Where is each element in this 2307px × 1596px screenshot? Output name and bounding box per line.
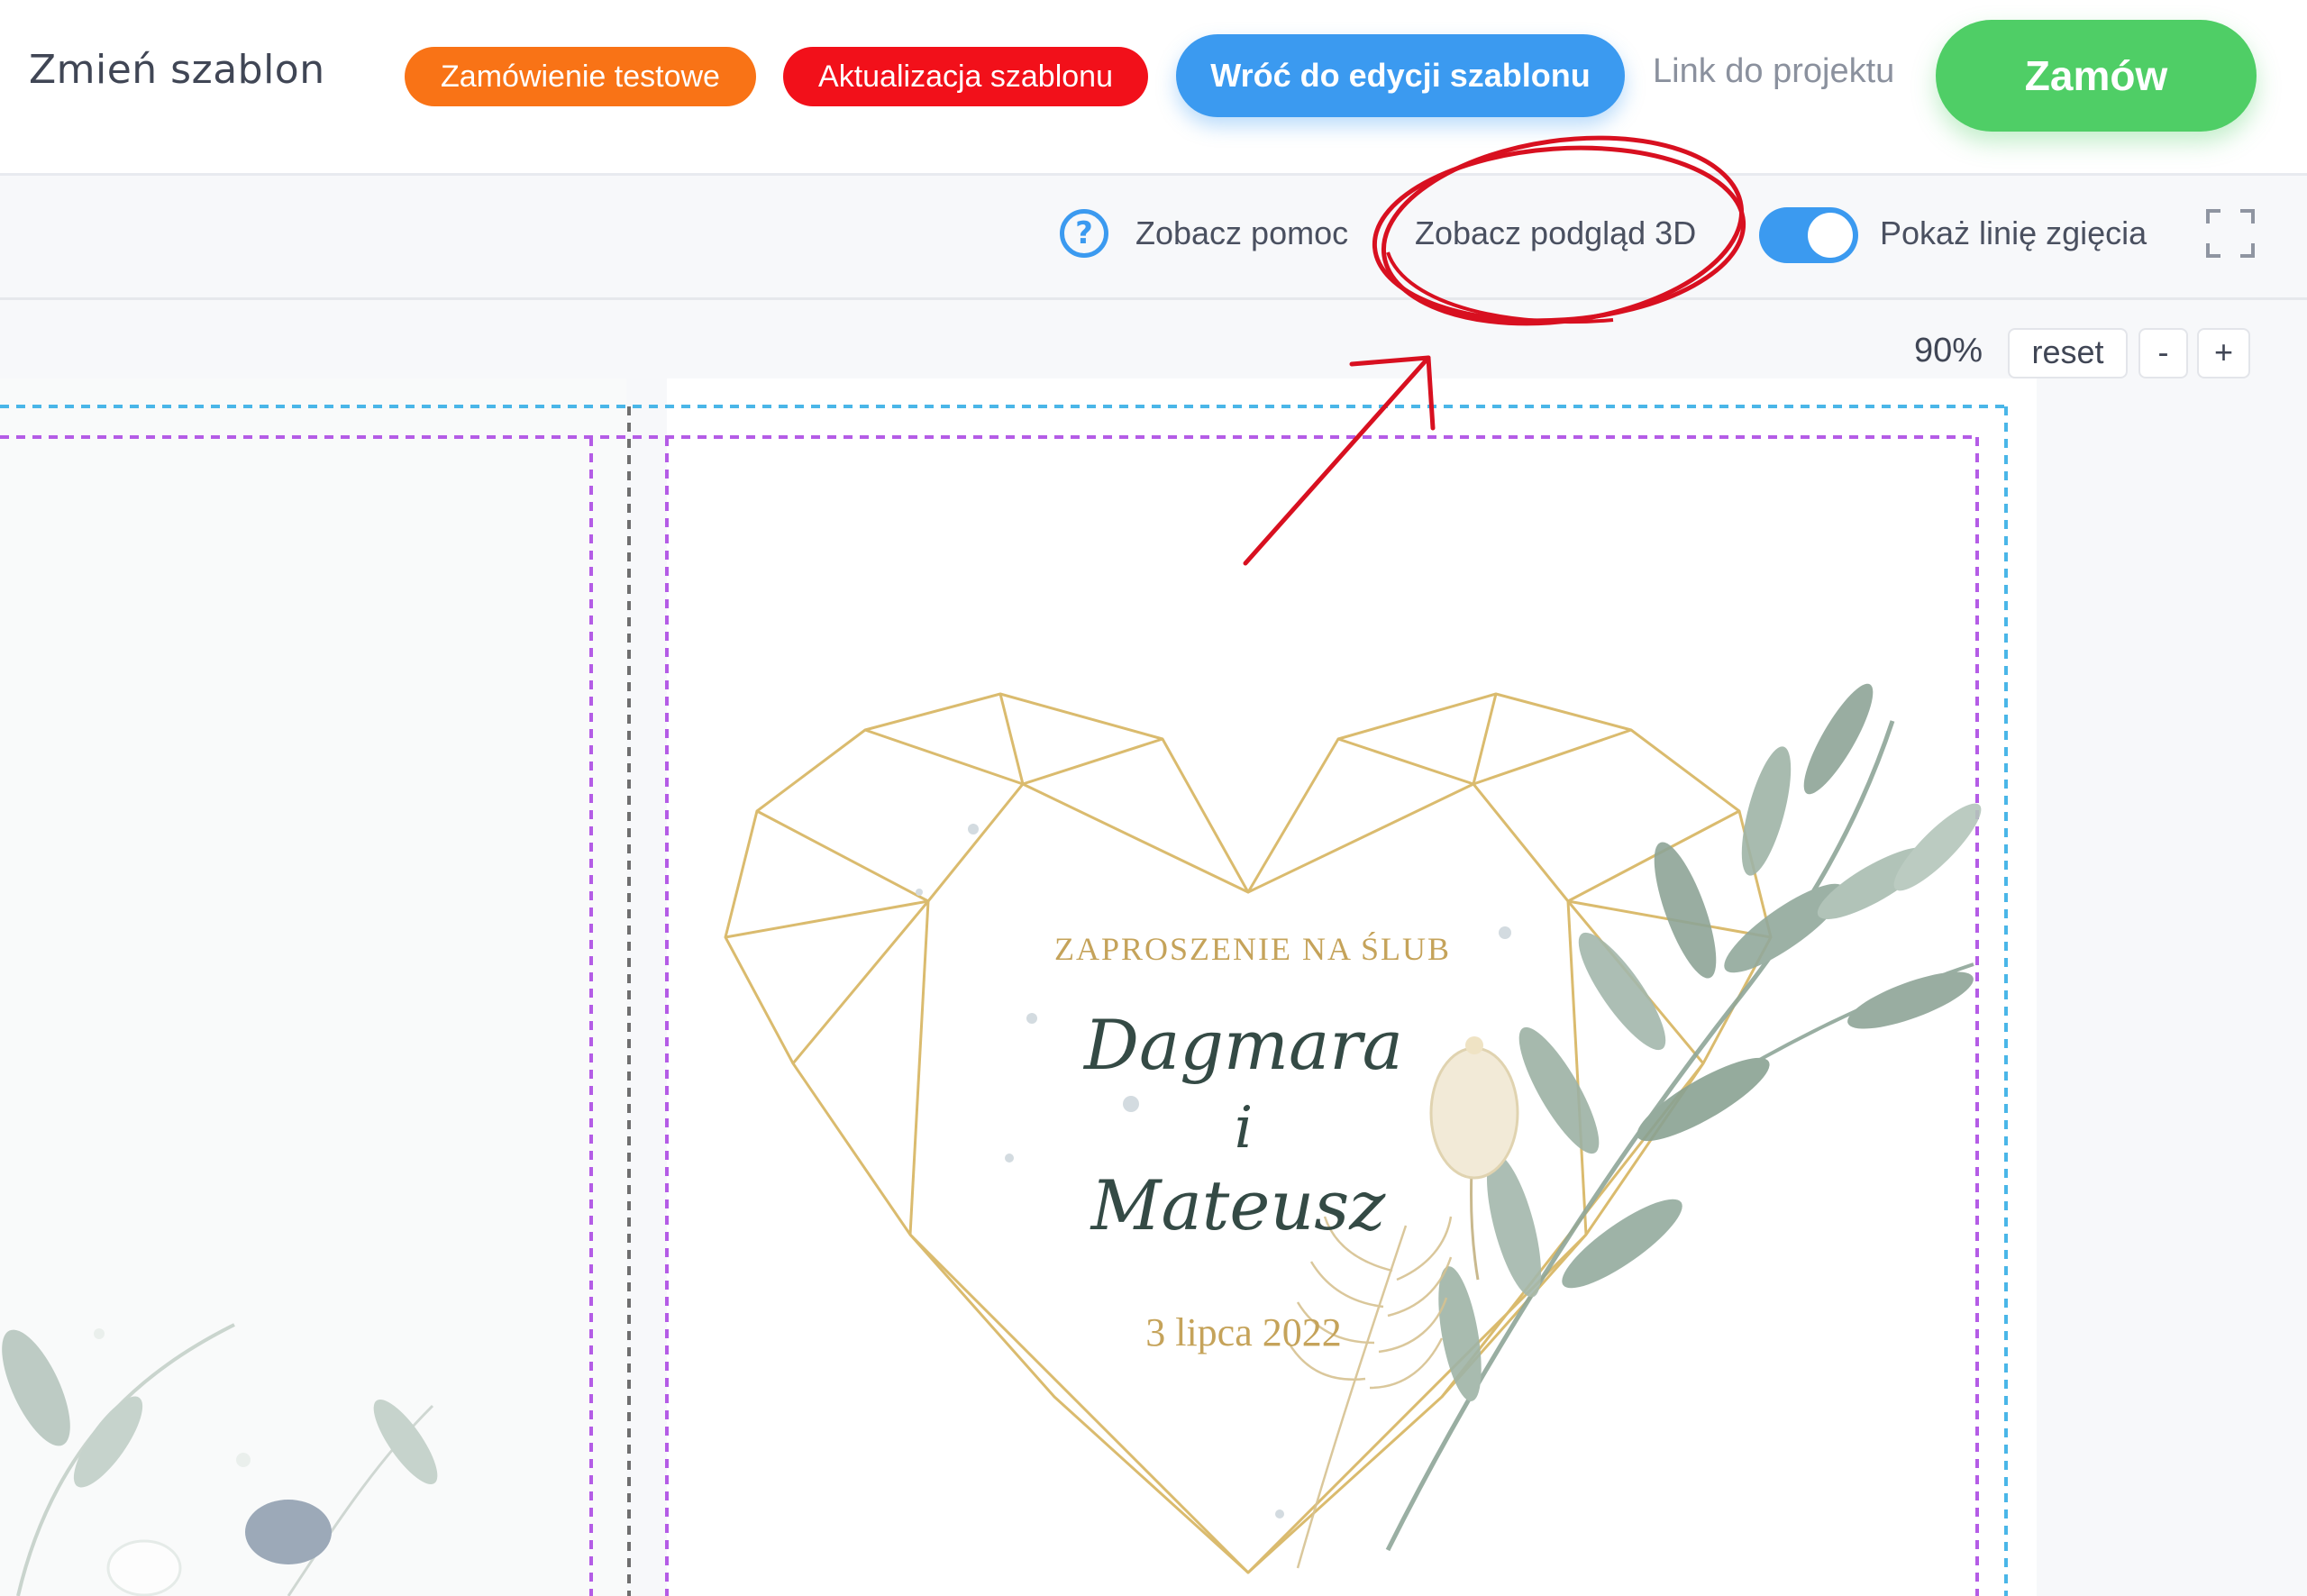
guide-lines — [0, 405, 2008, 1596]
annotation-arrow — [1243, 355, 1436, 566]
invitation-name-2[interactable]: Mateusz — [1013, 1165, 1464, 1245]
annotation-circle — [1372, 135, 1746, 326]
invitation-heading[interactable]: ZAPROSZENIE NA ŚLUB — [1036, 930, 1469, 968]
invitation-conjunction[interactable]: i — [1018, 1095, 1469, 1162]
invitation-name-1[interactable]: Dagmara — [1018, 1005, 1469, 1085]
invitation-date[interactable]: 3 lipca 2022 — [1018, 1309, 1469, 1355]
left-page-foliage — [2, 1323, 438, 1596]
left-page-berry — [245, 1500, 332, 1564]
canvas-overlay — [0, 135, 2008, 1596]
